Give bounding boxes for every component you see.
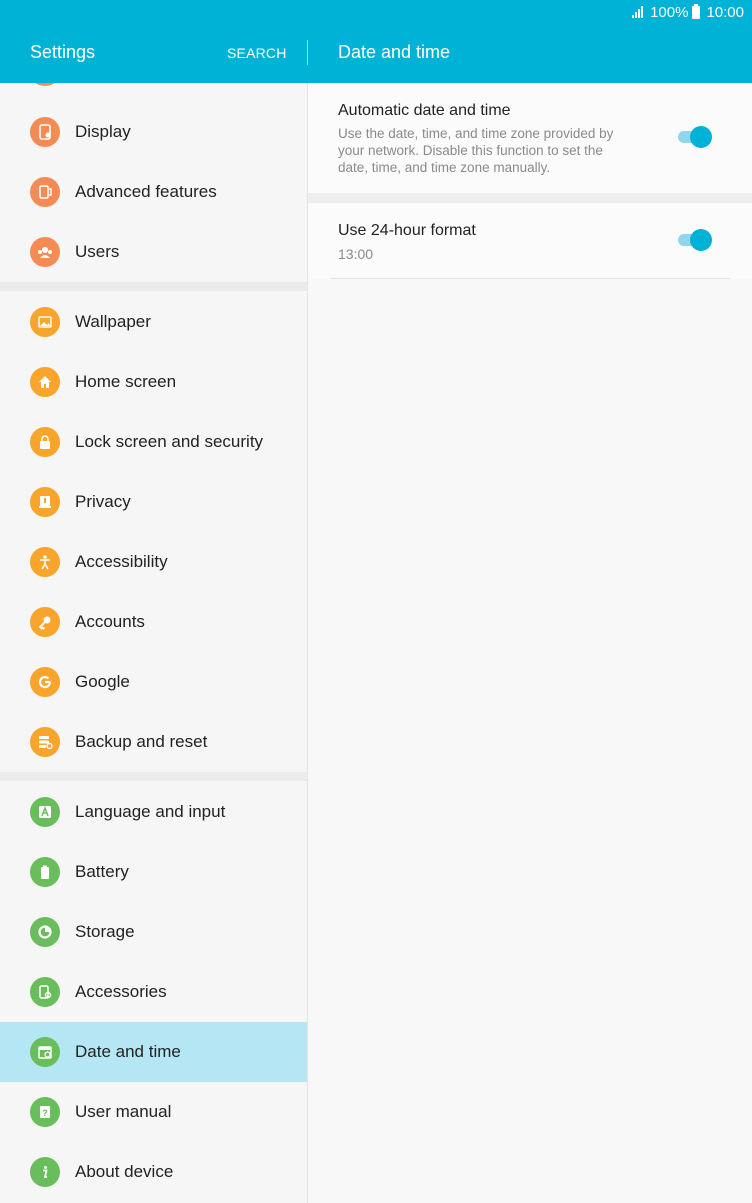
sidebar-item-users[interactable]: Users (0, 222, 307, 282)
sidebar-item-language[interactable]: Language and input (0, 782, 307, 842)
sidebar-item-wallpaper[interactable]: Wallpaper (0, 292, 307, 352)
24-hour-format-title: Use 24-hour format (338, 222, 476, 239)
sidebar-item-label: Home screen (75, 372, 177, 391)
auto-datetime-toggle[interactable] (678, 125, 712, 149)
24-hour-format-row[interactable]: Use 24-hour format 13:00 (308, 203, 752, 279)
sidebar-item-accessibility[interactable]: Accessibility (0, 532, 307, 592)
sidebar-item-label: Accessories (75, 982, 167, 1001)
sidebar-item-display[interactable]: Display (0, 102, 307, 162)
wallpaper-icon (30, 307, 60, 337)
clock: 10:00 (706, 3, 744, 21)
sidebar-item-google[interactable]: Google (0, 652, 307, 712)
sidebar-item-label: Users (75, 242, 120, 261)
info-icon (30, 1157, 60, 1187)
storage-icon (30, 917, 60, 947)
key-icon (30, 607, 60, 637)
battery-icon (30, 857, 60, 887)
settings-title: Settings (30, 42, 96, 62)
desc-line: your network. Disable this function to s… (338, 143, 603, 158)
sidebar-item-advanced-features[interactable]: Advanced features (0, 162, 307, 222)
sidebar-item-storage[interactable]: Storage (0, 902, 307, 962)
sidebar-item-label: Battery (75, 862, 129, 881)
auto-datetime-row[interactable]: Automatic date and time Use the date, ti… (308, 83, 752, 193)
header-divider (307, 40, 308, 65)
app-bar: 100% 10:00 Settings SEARCH Date and time (0, 0, 752, 83)
sidebar-item-user-manual[interactable]: ? User manual (0, 1082, 307, 1142)
battery-percent: 100% (650, 3, 689, 21)
auto-datetime-title: Automatic date and time (338, 102, 511, 119)
group-divider (0, 282, 307, 291)
home-icon (30, 367, 60, 397)
sidebar-item-battery[interactable]: Battery (0, 842, 307, 902)
advanced-features-icon (30, 177, 60, 207)
desc-line: date, time, and time zone manually. (338, 160, 551, 175)
sidebar-item-label: Backup and reset (75, 732, 208, 751)
sidebar-item-label: Date and time (75, 1042, 181, 1061)
accessibility-icon (30, 547, 60, 577)
toggle-thumb (690, 126, 712, 148)
sidebar-item-label: User manual (75, 1102, 172, 1121)
sidebar-item-label: Language and input (75, 802, 226, 821)
sidebar-item-label: Lock screen and security (75, 432, 264, 451)
accessories-icon (30, 977, 60, 1007)
auto-datetime-description: Use the date, time, and time zone provid… (338, 125, 648, 176)
language-icon (30, 797, 60, 827)
google-icon (30, 667, 60, 697)
lock-icon (30, 427, 60, 457)
sidebar-item-date-and-time[interactable]: Date and time (0, 1022, 307, 1082)
privacy-icon (30, 487, 60, 517)
scrolled-item-icon (33, 83, 57, 86)
24-hour-format-toggle[interactable] (678, 228, 712, 252)
toggle-thumb (690, 229, 712, 251)
settings-sidebar[interactable]: Display Advanced features Users Wallpape… (0, 83, 308, 1203)
battery-icon (692, 3, 701, 19)
sidebar-item-backup[interactable]: Backup and reset (0, 712, 307, 772)
sidebar-item-label: Storage (75, 922, 135, 941)
sidebar-item-accessories[interactable]: Accessories (0, 962, 307, 1022)
sidebar-item-label: Privacy (75, 492, 131, 511)
sidebar-item-accounts[interactable]: Accounts (0, 592, 307, 652)
sidebar-item-about-device[interactable]: About device (0, 1142, 307, 1202)
sidebar-item-lock-screen[interactable]: Lock screen and security (0, 412, 307, 472)
sidebar-item-label: Accounts (75, 612, 145, 631)
help-icon: ? (30, 1097, 60, 1127)
page-title: Date and time (338, 42, 451, 62)
search-button[interactable]: SEARCH (227, 45, 287, 61)
sidebar-item-label: Wallpaper (75, 312, 151, 331)
status-bar: 100% 10:00 (632, 3, 744, 21)
detail-pane: Automatic date and time Use the date, ti… (308, 83, 752, 1203)
sidebar-item-label: Google (75, 672, 130, 691)
sidebar-item-label: Accessibility (75, 552, 168, 571)
backup-icon (30, 727, 60, 757)
row-divider (330, 278, 730, 279)
section-divider (308, 193, 752, 203)
desc-line: Use the date, time, and time zone provid… (338, 126, 614, 141)
sidebar-item-label: Display (75, 122, 131, 141)
24-hour-format-example: 13:00 (338, 246, 374, 262)
sidebar-item-home-screen[interactable]: Home screen (0, 352, 307, 412)
group-divider (0, 772, 307, 781)
users-icon (30, 237, 60, 267)
calendar-icon (30, 1037, 60, 1067)
sidebar-item-label: About device (75, 1162, 174, 1181)
sidebar-item-privacy[interactable]: Privacy (0, 472, 307, 532)
signal-icon (632, 6, 644, 18)
sidebar-item-label: Advanced features (75, 182, 217, 201)
display-icon (30, 117, 60, 147)
svg-text:?: ? (42, 1108, 48, 1118)
